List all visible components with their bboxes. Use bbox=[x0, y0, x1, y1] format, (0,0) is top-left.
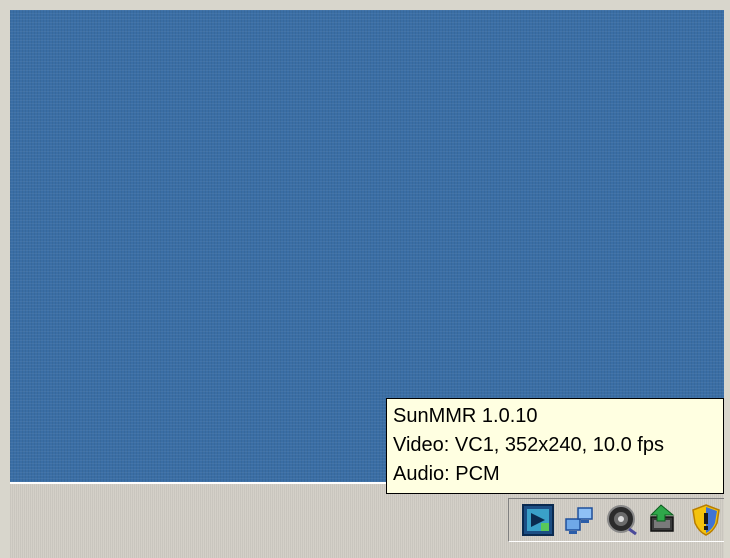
tooltip-app-version: SunMMR 1.0.10 bbox=[393, 405, 538, 427]
tooltip-audio-info: Audio: PCM bbox=[393, 463, 500, 485]
security-shield-icon[interactable] bbox=[689, 503, 723, 537]
media-app-icon[interactable] bbox=[521, 503, 555, 537]
system-tray bbox=[508, 498, 724, 542]
tray-tooltip: SunMMR 1.0.10 Video: VC1, 352x240, 10.0 … bbox=[386, 398, 724, 494]
network-connection-icon[interactable] bbox=[563, 503, 597, 537]
update-icon[interactable] bbox=[647, 503, 681, 537]
volume-icon[interactable] bbox=[605, 503, 639, 537]
tooltip-video-info: Video: VC1, 352x240, 10.0 fps bbox=[393, 434, 664, 456]
